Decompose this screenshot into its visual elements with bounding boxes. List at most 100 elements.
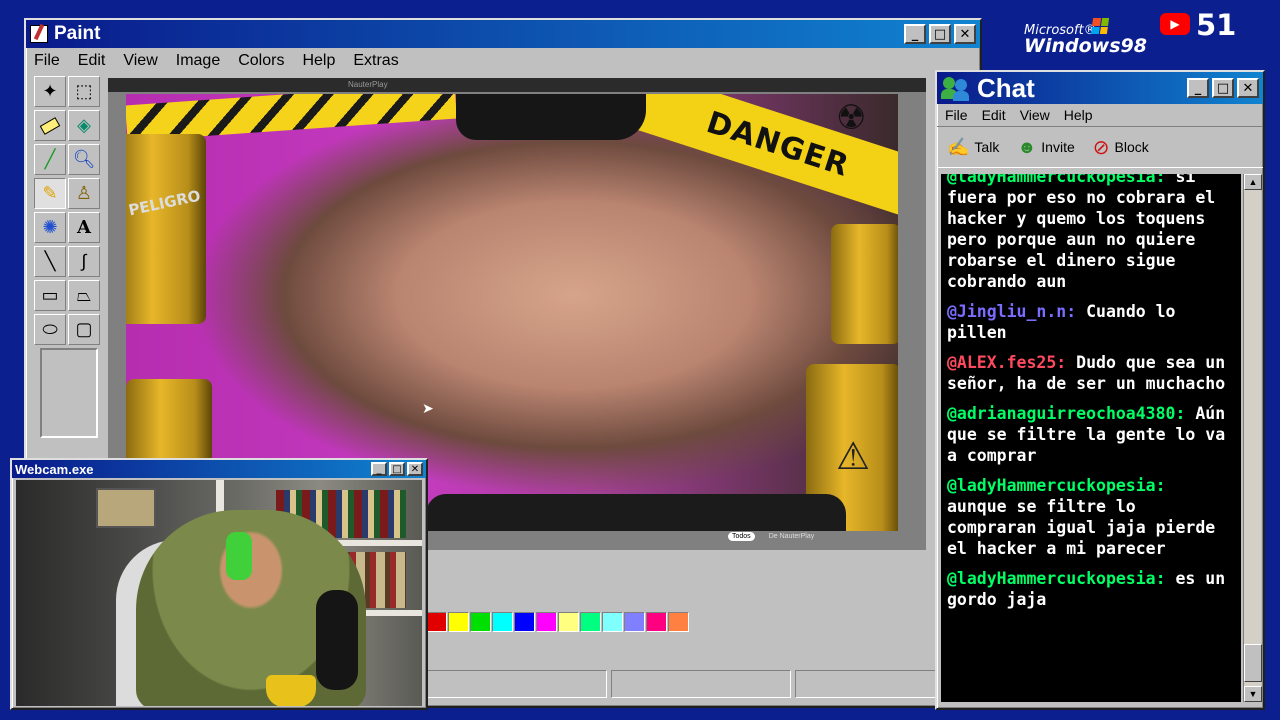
- chat-titlebar[interactable]: Chat _ □ ✕: [937, 72, 1263, 104]
- chat-username[interactable]: @adrianaguirreochoa4380:: [947, 404, 1185, 423]
- maximize-button[interactable]: □: [929, 24, 951, 44]
- chat-message: @ladyHammercuckopesia: es un gordo jaja: [947, 568, 1235, 610]
- chat-username[interactable]: @ladyHammercuckopesia:: [947, 569, 1166, 588]
- airbrush-icon[interactable]: ✺: [34, 212, 66, 243]
- status-bar: [426, 670, 977, 698]
- scroll-thumb[interactable]: [1244, 644, 1262, 682]
- chat-menubar: File Edit View Help: [937, 104, 1263, 126]
- minimize-button[interactable]: _: [904, 24, 926, 44]
- menu-view[interactable]: View: [123, 52, 157, 70]
- embedded-tabs: Todos De NauterPlay: [728, 532, 818, 541]
- color-swatch[interactable]: [558, 612, 579, 632]
- paint-app-icon: [30, 23, 48, 43]
- brush-icon[interactable]: ♙: [68, 178, 100, 209]
- color-swatch[interactable]: [470, 612, 491, 632]
- minimize-button[interactable]: _: [371, 462, 387, 476]
- ellipse-tool-icon[interactable]: ⬭: [34, 314, 66, 345]
- rectangle-tool-icon[interactable]: ▭: [34, 280, 66, 311]
- color-swatch[interactable]: [624, 612, 645, 632]
- rect-select-icon[interactable]: ⬚: [68, 76, 100, 107]
- block-icon: ⊘: [1092, 136, 1110, 159]
- chat-people-icon: [941, 75, 971, 101]
- maximize-button[interactable]: □: [1212, 78, 1234, 98]
- youtube-viewer-count: 51: [1196, 8, 1237, 42]
- invite-label: Invite: [1041, 139, 1075, 155]
- invite-icon: ☻: [1017, 136, 1037, 157]
- play-button-award: [96, 488, 156, 528]
- chat-log[interactable]: @ladyHammercuckopesia: si fuera por eso …: [941, 174, 1241, 702]
- radiation-icon: ☢: [836, 99, 867, 137]
- fill-bucket-icon[interactable]: ◈: [68, 110, 100, 141]
- menu-extras[interactable]: Extras: [353, 52, 398, 70]
- color-swatch[interactable]: [514, 612, 535, 632]
- embedded-app-name: NauterPlay: [348, 80, 388, 89]
- chat-username[interactable]: @Jingliu_n.n:: [947, 302, 1076, 321]
- paint-menubar: File Edit View Image Colors Help Extras: [26, 48, 980, 74]
- talk-button[interactable]: ✍ Talk: [947, 137, 999, 158]
- chat-message: @ladyHammercuckopesia: aunque se filtre …: [947, 475, 1235, 559]
- status-pane: [610, 670, 792, 698]
- tab-all[interactable]: Todos: [728, 532, 755, 541]
- chat-username[interactable]: @ladyHammercuckopesia:: [947, 476, 1166, 495]
- close-button[interactable]: ✕: [954, 24, 976, 44]
- color-swatch[interactable]: [536, 612, 557, 632]
- color-swatch[interactable]: [492, 612, 513, 632]
- menu-help[interactable]: Help: [1064, 107, 1093, 123]
- paint-titlebar[interactable]: Paint _ □ ✕: [26, 20, 980, 48]
- polygon-tool-icon[interactable]: ⏢: [68, 280, 100, 311]
- minimize-button[interactable]: _: [1187, 78, 1209, 98]
- block-button[interactable]: ⊘ Block: [1093, 135, 1149, 160]
- chat-title: Chat: [977, 72, 1035, 103]
- color-swatch[interactable]: [426, 612, 447, 632]
- pencil-icon[interactable]: ✎: [34, 178, 66, 209]
- menu-edit[interactable]: Edit: [78, 52, 106, 70]
- embedded-bottom-overlay: [426, 494, 846, 531]
- color-swatch[interactable]: [580, 612, 601, 632]
- invite-button[interactable]: ☻ Invite: [1017, 137, 1074, 158]
- rounded-rect-tool-icon[interactable]: ▢: [68, 314, 100, 345]
- chat-username[interactable]: @ladyHammercuckopesia:: [947, 174, 1166, 186]
- text-tool-icon[interactable]: A: [68, 212, 100, 243]
- close-button[interactable]: ✕: [1237, 78, 1259, 98]
- headset: [226, 532, 252, 580]
- embedded-window-bar: NauterPlay: [108, 78, 926, 92]
- menu-colors[interactable]: Colors: [238, 52, 284, 70]
- menu-file[interactable]: File: [34, 52, 60, 70]
- scroll-up-icon[interactable]: ▲: [1244, 174, 1262, 190]
- menu-help[interactable]: Help: [302, 52, 335, 70]
- color-swatch[interactable]: [646, 612, 667, 632]
- webcam-titlebar[interactable]: Webcam.exe _ □ ✕: [12, 460, 426, 478]
- magnifier-icon[interactable]: 🔍︎: [68, 144, 100, 175]
- color-swatch[interactable]: [602, 612, 623, 632]
- tool-options-panel[interactable]: [40, 348, 98, 438]
- barrel-text: PELIGRO: [126, 186, 203, 220]
- chat-message: @ALEX.fes25: Dudo que sea un señor, ha d…: [947, 352, 1235, 394]
- menu-edit[interactable]: Edit: [982, 107, 1006, 123]
- maximize-button[interactable]: □: [389, 462, 405, 476]
- color-swatch[interactable]: [668, 612, 689, 632]
- paint-title: Paint: [54, 23, 101, 44]
- curve-tool-icon[interactable]: ∫: [68, 246, 100, 277]
- eraser-icon[interactable]: [34, 110, 66, 141]
- menu-image[interactable]: Image: [176, 52, 220, 70]
- status-pane: [426, 670, 607, 698]
- menu-view[interactable]: View: [1020, 107, 1050, 123]
- chat-scrollbar[interactable]: ▲ ▼: [1243, 174, 1262, 702]
- windows98-text: Windows98: [1024, 35, 1147, 57]
- close-button[interactable]: ✕: [407, 462, 423, 476]
- free-select-icon[interactable]: ✦: [34, 76, 66, 107]
- line-tool-icon[interactable]: ╲: [34, 246, 66, 277]
- danger-text: DANGER: [702, 104, 854, 184]
- tab-source[interactable]: De NauterPlay: [765, 532, 819, 541]
- chat-message: @Jingliu_n.n: Cuando lo pillen: [947, 301, 1235, 343]
- menu-file[interactable]: File: [945, 107, 968, 123]
- block-label: Block: [1114, 139, 1149, 155]
- talk-icon: ✍: [947, 136, 970, 157]
- scroll-down-icon[interactable]: ▼: [1244, 686, 1262, 702]
- webcam-title: Webcam.exe: [15, 461, 94, 477]
- color-swatch[interactable]: [448, 612, 469, 632]
- chat-username[interactable]: @ALEX.fes25:: [947, 353, 1066, 372]
- color-picker-icon[interactable]: ╱: [34, 144, 66, 175]
- chat-text: si fuera por eso no cobrara el hacker y …: [947, 174, 1216, 291]
- color-palette: [426, 612, 690, 632]
